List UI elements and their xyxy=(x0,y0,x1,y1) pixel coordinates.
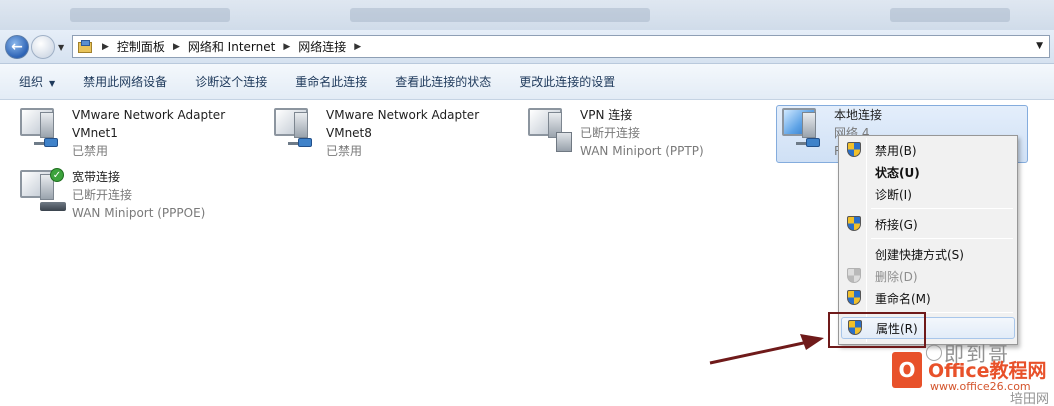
watermark-corner: 培田网 xyxy=(1010,392,1050,406)
annotation-arrow xyxy=(709,334,824,365)
watermark-site-name: Office教程网 xyxy=(928,360,1047,382)
office-logo-icon: O xyxy=(892,352,922,388)
